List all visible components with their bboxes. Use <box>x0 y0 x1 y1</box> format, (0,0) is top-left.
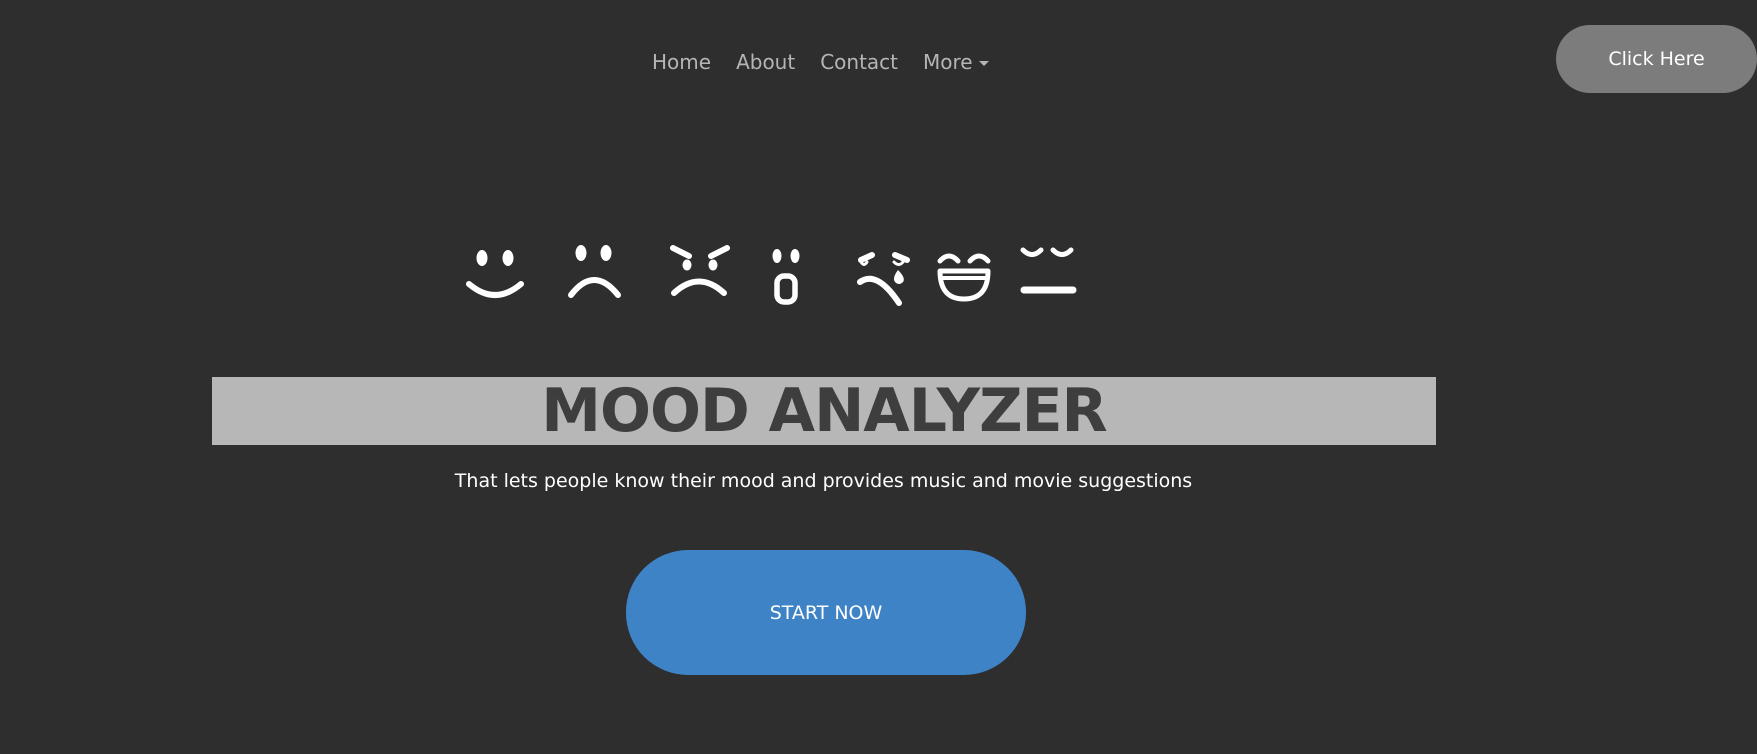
page-subtitle: That lets people know their mood and pro… <box>454 470 1193 492</box>
main-nav: Home About Contact More <box>652 49 989 75</box>
sad-face-icon <box>568 245 621 298</box>
page-title: MOOD ANALYZER <box>541 377 1108 445</box>
start-now-button[interactable]: START NOW <box>626 550 1026 675</box>
nav-dropdown-more[interactable]: More <box>923 50 989 74</box>
mood-icons-svg <box>466 245 1077 306</box>
nav-link-more-label: More <box>923 50 973 74</box>
caret-down-icon <box>978 61 989 66</box>
grinning-face-icon <box>937 253 991 302</box>
nav-link-about[interactable]: About <box>736 50 795 74</box>
nav-link-contact[interactable]: Contact <box>820 50 898 74</box>
angry-face-icon <box>670 245 730 296</box>
nav-item-contact: Contact <box>820 49 898 75</box>
nav-item-about: About <box>736 49 795 75</box>
mood-icons <box>461 240 1101 340</box>
smile-face-icon <box>466 250 524 298</box>
nav-item-home: Home <box>652 49 711 75</box>
title-band: MOOD ANALYZER <box>212 377 1436 445</box>
nav-link-home[interactable]: Home <box>652 50 711 74</box>
nav-item-more: More <box>923 49 989 75</box>
neutral-face-icon <box>1020 247 1077 294</box>
click-here-button[interactable]: Click Here <box>1556 25 1757 93</box>
crying-face-icon <box>857 252 910 306</box>
surprised-face-icon <box>772 249 800 305</box>
